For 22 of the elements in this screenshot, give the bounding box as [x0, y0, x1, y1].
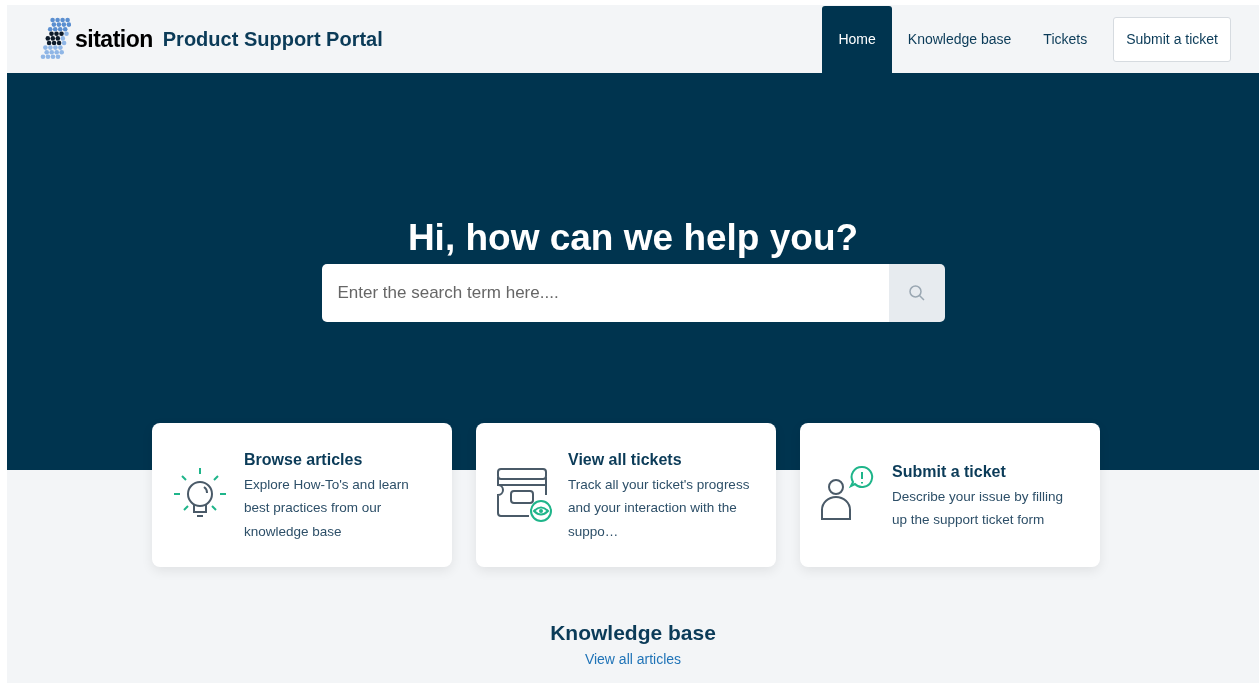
card-description: Track all your ticket's progress and your interaction with the suppo…	[568, 475, 750, 541]
nav-tab[interactable]: Home	[822, 6, 892, 73]
logo-icon	[39, 16, 71, 62]
card-description: Explore How-To's and learn best practices from our knowledge base	[244, 475, 410, 541]
portal-title: Product Support Portal	[162, 27, 383, 52]
search-button[interactable]	[888, 264, 945, 322]
submit-ticket-button[interactable]: Submit a ticket	[1113, 16, 1231, 62]
action-card[interactable]: View all tickets Track all your ticket's progress and your interaction with the suppo…	[476, 423, 776, 567]
nav-tab[interactable]: Knowledge base	[891, 6, 1028, 73]
search-icon	[907, 284, 926, 302]
card-title: Submit a ticket	[892, 461, 1007, 482]
nav-tab[interactable]: Tickets	[1027, 6, 1104, 73]
brand-logo[interactable]: sitation	[75, 21, 153, 57]
section-heading: Knowledge base	[550, 620, 716, 646]
card-title: View all tickets	[568, 449, 683, 470]
action-card[interactable]: Submit a ticket Describe your issue by filling up the support ticket form	[800, 423, 1100, 567]
hero-heading: Hi, how can we help you?	[407, 216, 859, 260]
card-description: Describe your issue by filling up the support ticket form	[892, 487, 1065, 529]
action-card[interactable]: Browse articles Explore How-To's and learn best practices from our knowledge base	[152, 423, 452, 567]
view-all-link[interactable]: View all articles	[584, 649, 682, 670]
tickets-eye-icon	[495, 467, 553, 523]
card-title: Browse articles	[244, 449, 364, 470]
